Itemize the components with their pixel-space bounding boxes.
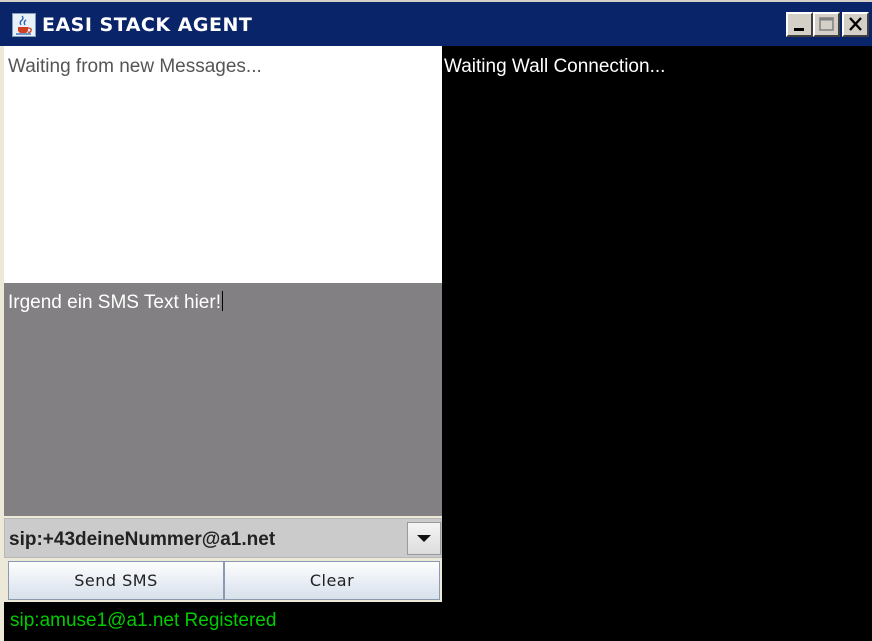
messages-text: Waiting from new Messages... bbox=[8, 56, 262, 77]
app-window: EASI STACK AGENT Waiting from new Messag… bbox=[0, 0, 872, 641]
recipient-select[interactable]: sip:+43deineNummer@a1.net bbox=[4, 518, 442, 558]
chevron-down-icon bbox=[417, 535, 431, 542]
clear-button[interactable]: Clear bbox=[224, 561, 440, 600]
sms-text: Irgend ein SMS Text hier! bbox=[8, 292, 221, 313]
minimize-icon bbox=[794, 28, 804, 31]
close-button[interactable] bbox=[842, 12, 869, 37]
maximize-icon bbox=[819, 17, 834, 31]
send-sms-button[interactable]: Send SMS bbox=[8, 561, 224, 600]
dropdown-button[interactable] bbox=[407, 522, 441, 555]
sms-text-area[interactable]: Irgend ein SMS Text hier! bbox=[4, 283, 442, 516]
window-title: EASI STACK AGENT bbox=[42, 14, 253, 36]
messages-area[interactable]: Waiting from new Messages... bbox=[4, 46, 442, 283]
java-cup-icon[interactable] bbox=[12, 13, 36, 37]
maximize-button[interactable] bbox=[813, 12, 840, 37]
minimize-button[interactable] bbox=[786, 12, 813, 37]
title-bar[interactable]: EASI STACK AGENT bbox=[0, 0, 872, 46]
registration-status: sip:amuse1@a1.net Registered bbox=[4, 602, 442, 641]
status-text: sip:amuse1@a1.net Registered bbox=[10, 610, 277, 631]
recipient-value: sip:+43deineNummer@a1.net bbox=[9, 529, 276, 550]
close-icon bbox=[849, 17, 862, 31]
wall-panel[interactable]: Waiting Wall Connection... bbox=[442, 46, 872, 641]
text-caret bbox=[221, 291, 223, 311]
wall-status-text: Waiting Wall Connection... bbox=[444, 56, 666, 77]
